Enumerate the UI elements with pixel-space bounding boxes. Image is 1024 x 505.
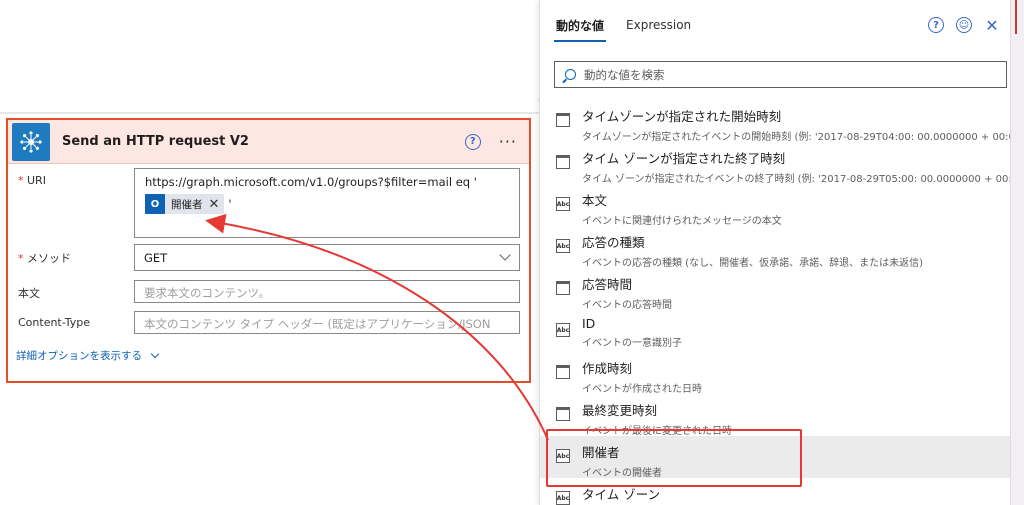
method-select[interactable]: GET [134, 244, 520, 271]
sharepoint-connector-icon [12, 122, 50, 161]
show-advanced-options-link[interactable]: 詳細オプションを表示する [16, 348, 160, 363]
item-title: 最終変更時刻 [582, 403, 658, 418]
close-icon[interactable]: ✕ [984, 16, 1000, 35]
token-label: 開催者 [171, 198, 203, 211]
item-title: タイム ゾーン [582, 487, 661, 502]
method-label: * メソッド [18, 252, 71, 265]
panel-actions: ? ☺ ✕ [928, 16, 1000, 35]
organizer-token[interactable]: O 開催者 ✕ [145, 194, 225, 214]
help-icon[interactable]: ? [928, 17, 944, 33]
item-desc: イベントが作成された日時 [582, 384, 702, 395]
list-item[interactable]: Abc ID イベントの一意識別子 [540, 310, 1013, 352]
item-title: 本文 [582, 193, 608, 208]
more-options-icon[interactable]: ··· [499, 132, 517, 151]
item-desc: イベントに関連付けられたメッセージの本文 [582, 216, 782, 227]
abc-icon: Abc [556, 239, 570, 253]
item-desc: イベントの応答時間 [582, 300, 672, 311]
calendar-icon [556, 113, 570, 127]
calendar-icon [556, 281, 570, 295]
list-item[interactable]: 最終変更時刻 イベントが最後に変更された日時 [540, 394, 1013, 437]
canvas-divider [0, 112, 540, 114]
abc-icon: Abc [556, 323, 570, 337]
calendar-icon [556, 155, 570, 169]
item-desc: タイム ゾーンが指定されたイベントの終了時刻 (例: '2017-08-29T0… [582, 174, 1013, 185]
uri-text: https://graph.microsoft.com/v1.0/groups?… [145, 175, 477, 189]
list-item[interactable]: Abc タイム ゾーン [540, 478, 1013, 505]
card-title: Send an HTTP request V2 [62, 134, 249, 149]
body-label: 本文 [18, 287, 40, 300]
outlook-icon: O [145, 194, 165, 214]
item-title: 応答時間 [582, 277, 633, 292]
item-desc: タイムゾーンが指定されたイベントの開始時刻 (例: '2017-08-29T04… [582, 132, 1013, 143]
search-icon [565, 69, 576, 80]
uri-suffix: ' [228, 196, 232, 211]
uri-field[interactable]: https://graph.microsoft.com/v1.0/groups?… [134, 168, 520, 238]
abc-icon: Abc [556, 491, 570, 505]
list-item[interactable]: Abc 本文 イベントに関連付けられたメッセージの本文 [540, 184, 1013, 227]
item-desc: イベントの一意識別子 [582, 338, 682, 349]
item-desc: イベントの開催者 [582, 468, 662, 479]
help-icon[interactable]: ? [464, 133, 481, 150]
item-title: ID [582, 316, 596, 331]
dynamic-content-list: タイムゾーンが指定された開始時刻 タイムゾーンが指定されたイベントの開始時刻 (… [540, 100, 1013, 505]
calendar-icon [556, 407, 570, 421]
dynamic-content-search-input[interactable]: 動的な値を検索 [554, 61, 1007, 88]
chevron-down-icon [150, 349, 160, 358]
item-desc: イベントが最後に変更された日時 [582, 426, 732, 437]
list-item[interactable]: 作成時刻 イベントが作成された日時 [540, 352, 1013, 395]
right-edge-strip [1010, 0, 1024, 505]
item-title: タイム ゾーンが指定された終了時刻 [582, 151, 786, 166]
feedback-smiley-icon[interactable]: ☺ [956, 17, 972, 33]
list-item[interactable]: Abc 応答の種類 イベントの応答の種類 (なし、開催者、仮承諾、承諾、辞退、ま… [540, 226, 1013, 269]
search-placeholder: 動的な値を検索 [584, 67, 665, 82]
advanced-link-label: 詳細オプションを表示する [16, 350, 142, 362]
calendar-icon [556, 365, 570, 379]
item-title: 応答の種類 [582, 235, 645, 250]
dynamic-content-panel: 動的な値 Expression ? ☺ ✕ 動的な値を検索 タイムゾーンが指定さ… [539, 0, 1013, 505]
abc-icon: Abc [556, 449, 570, 463]
body-input[interactable]: 要求本文のコンテンツ。 [134, 280, 520, 303]
item-title: 作成時刻 [582, 361, 633, 376]
flow-designer: Send an HTTP request V2 ? ··· * URI http… [0, 0, 1024, 505]
list-item[interactable]: タイム ゾーンが指定された終了時刻 タイム ゾーンが指定されたイベントの終了時刻… [540, 142, 1013, 185]
chevron-down-icon [499, 249, 511, 261]
card-header[interactable]: Send an HTTP request V2 ? ··· [8, 120, 529, 164]
list-item[interactable]: タイムゾーンが指定された開始時刻 タイムゾーンが指定されたイベントの開始時刻 (… [540, 100, 1013, 143]
tab-dynamic-content[interactable]: 動的な値 [553, 0, 607, 50]
uri-label: * URI [18, 174, 46, 187]
item-title: 開催者 [582, 445, 620, 460]
content-type-label: Content-Type [18, 316, 90, 329]
remove-token-icon[interactable]: ✕ [209, 197, 225, 212]
item-desc: イベントの応答の種類 (なし、開催者、仮承諾、承諾、辞退、または未返信) [582, 258, 923, 269]
list-item[interactable]: 応答時間 イベントの応答時間 [540, 268, 1013, 311]
tab-expression[interactable]: Expression [626, 0, 691, 50]
content-type-input[interactable]: 本文のコンテンツ タイプ ヘッダー (既定はアプリケーション/JSON [134, 311, 520, 334]
abc-icon: Abc [556, 197, 570, 211]
http-request-action-card: Send an HTTP request V2 ? ··· * URI http… [6, 118, 531, 383]
item-title: タイムゾーンが指定された開始時刻 [582, 109, 782, 124]
method-value: GET [144, 251, 168, 265]
list-item-organizer[interactable]: Abc 開催者 イベントの開催者 [540, 436, 1013, 479]
